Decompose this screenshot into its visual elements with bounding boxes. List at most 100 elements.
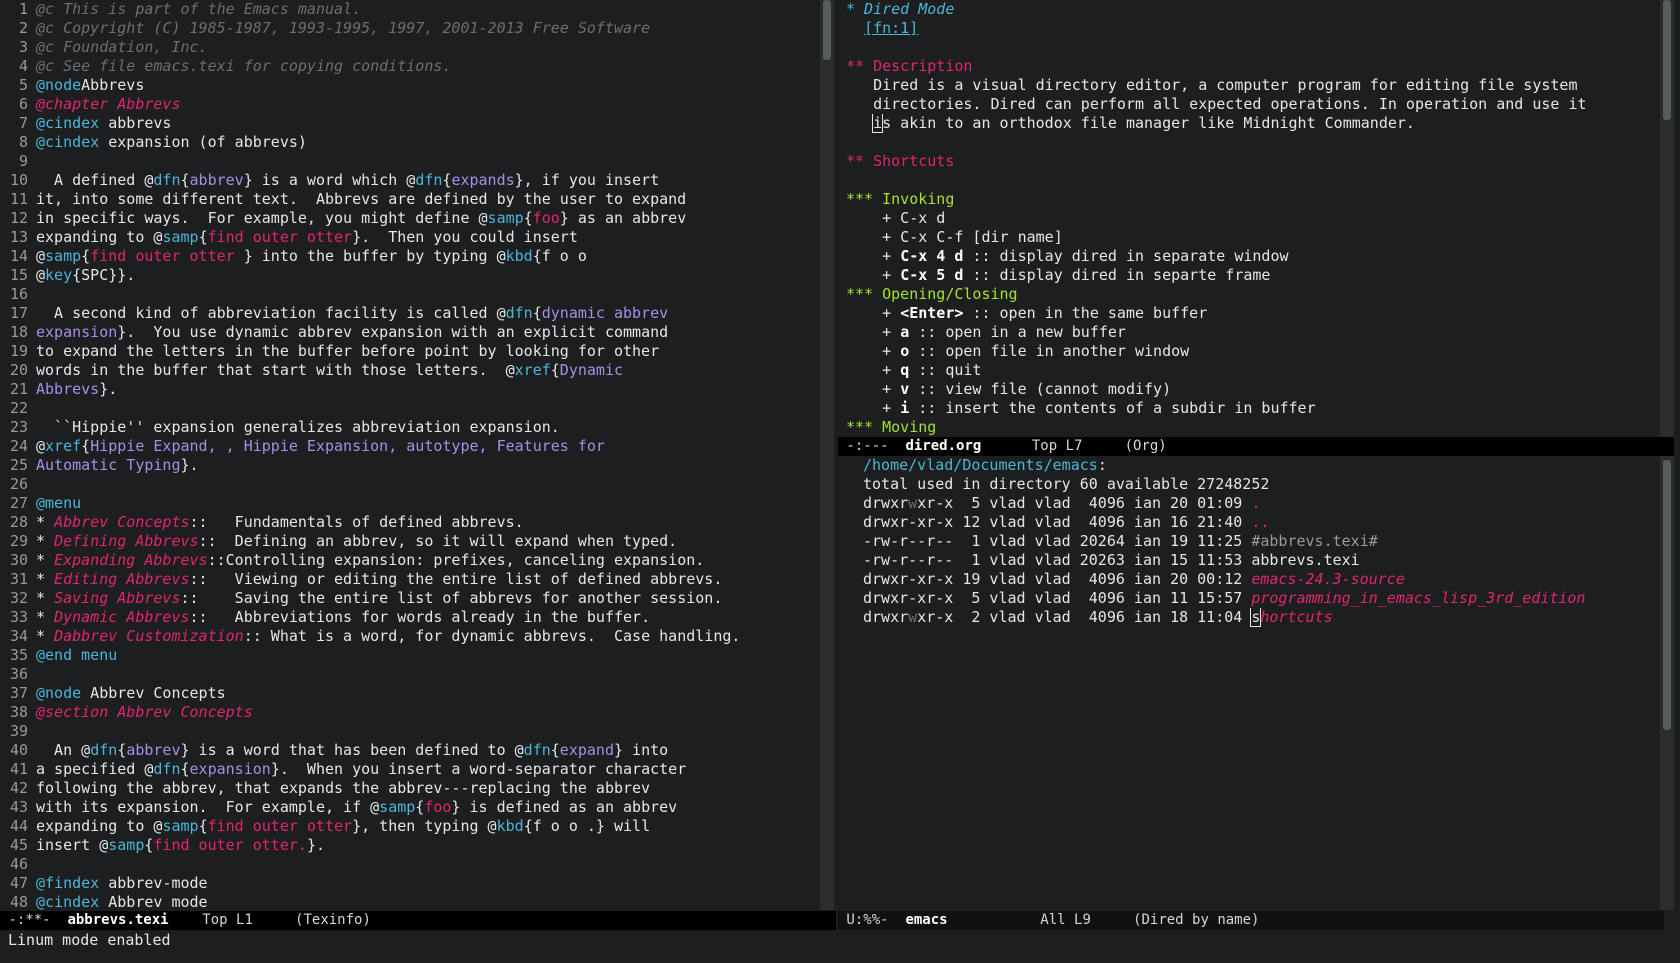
buffer-line[interactable]: 38 @section Abbrev Concepts [0,703,810,722]
buffer-line[interactable]: 34 * Dabbrev Customization:: What is a wo… [0,627,810,646]
buffer-line[interactable]: total used in directory 60 available 272… [838,475,1660,494]
buffer-line[interactable]: 7 @cindex abbrevs [0,114,810,133]
buffer-line[interactable]: 23 ``Hippie'' expansion generalizes abbr… [0,418,810,437]
buffer-line[interactable]: 45 insert @samp{find outer otter.}. [0,836,810,855]
texinfo-buffer-text[interactable]: 1 @c This is part of the Emacs manual. 2 @c… [0,0,810,910]
buffer-line[interactable]: 35 @end menu [0,646,810,665]
buffer-line[interactable]: 1 @c This is part of the Emacs manual. [0,0,810,19]
text-segment: [fn:1] [864,19,919,37]
buffer-line[interactable]: 39 [0,722,810,741]
texinfo-mode-line[interactable]: -:**- abbrevs.texi Top L1 (Texinfo) [0,911,836,930]
buffer-line[interactable]: 11 it, into some different text. Abbrevs … [0,190,810,209]
buffer-line[interactable]: *** Moving [838,418,1660,437]
left-scrollbar[interactable] [820,0,834,910]
buffer-line[interactable]: 17 A second kind of abbreviation facilit… [0,304,810,323]
buffer-line[interactable]: 27 @menu [0,494,810,513]
buffer-line[interactable]: 2 @c Copyright (C) 1985-1987, 1993-1995, … [0,19,810,38]
buffer-line[interactable]: 44 expanding to @samp{find outer otter}, … [0,817,810,836]
buffer-line[interactable]: 42 following the abbrev, that expands the… [0,779,810,798]
buffer-line[interactable]: 9 [0,152,810,171]
buffer-line[interactable]: drwxrwxr-x 2 vlad vlad 4096 ian 18 11:04… [838,608,1660,627]
buffer-line[interactable]: -rw-r--r-- 1 vlad vlad 20264 ian 19 11:2… [838,532,1660,551]
buffer-line[interactable]: drwxr-xr-x 12 vlad vlad 4096 ian 16 21:4… [838,513,1660,532]
buffer-line[interactable]: 29 * Defining Abbrevs:: Defining an abbre… [0,532,810,551]
buffer-line[interactable]: 43 with its expansion. For example, if @s… [0,798,810,817]
buffer-line[interactable]: 36 [0,665,810,684]
text-segment: :: display dired in separte frame [963,266,1271,284]
buffer-line[interactable]: /home/vlad/Documents/emacs: [838,456,1660,475]
buffer-line[interactable]: 47 @findex abbrev-mode [0,874,810,893]
buffer-line[interactable]: -rw-r--r-- 1 vlad vlad 20263 ian 15 11:5… [838,551,1660,570]
buffer-line[interactable]: 12 in specific ways. For example, you mig… [0,209,810,228]
buffer-line[interactable]: 24 @xref{Hippie Expand, , Hippie Expansio… [0,437,810,456]
buffer-line[interactable]: 31 * Editing Abbrevs:: Viewing or editing… [0,570,810,589]
mode-line-buffer-name[interactable]: abbrevs.texi [67,912,168,928]
buffer-line[interactable]: + q :: quit [838,361,1660,380]
buffer-line[interactable]: 30 * Expanding Abbrevs::Controlling expan… [0,551,810,570]
echo-area[interactable]: Linum mode enabled [0,930,1680,963]
buffer-line[interactable] [838,38,1660,57]
buffer-line[interactable]: 14 @samp{find outer otter } into the buff… [0,247,810,266]
buffer-line[interactable]: + v :: view file (cannot modify) [838,380,1660,399]
buffer-line[interactable]: 19 to expand the letters in the buffer be… [0,342,810,361]
buffer-line[interactable]: directories. Dired can perform all expec… [838,95,1660,114]
buffer-line[interactable]: 4 @c See file emacs.texi for copying cond… [0,57,810,76]
org-mode-line[interactable]: -:--- dired.org Top L7 (Org) [838,437,1674,456]
buffer-line[interactable]: Dired is a visual directory editor, a co… [838,76,1660,95]
left-window[interactable]: 1 @c This is part of the Emacs manual. 2 @c… [0,0,820,910]
buffer-line[interactable]: 3 @c Foundation, Inc. [0,38,810,57]
mode-line-major-mode[interactable]: (Org) [1082,438,1167,454]
buffer-line[interactable]: 40 An @dfn{abbrev} is a word that has be… [0,741,810,760]
mode-line-buffer-name[interactable]: dired.org [905,438,981,454]
buffer-line[interactable]: 15 @key{SPC}}. [0,266,810,285]
org-scrollbar-thumb[interactable] [1663,0,1671,120]
mode-line-buffer-name[interactable]: emacs [905,912,947,928]
buffer-line[interactable]: 16 [0,285,810,304]
buffer-line[interactable]: drwxrwxr-x 5 vlad vlad 4096 ian 20 01:09… [838,494,1660,513]
buffer-line[interactable]: + i :: insert the contents of a subdir i… [838,399,1660,418]
mode-line-major-mode[interactable]: (Dired by name) [1091,912,1259,928]
mode-line-major-mode[interactable]: (Texinfo) [253,912,371,928]
buffer-line[interactable]: + C-x C-f [dir name] [838,228,1660,247]
buffer-line[interactable]: is akin to an orthodox file manager like… [838,114,1660,133]
buffer-line[interactable]: 32 * Saving Abbrevs:: Saving the entire l… [0,589,810,608]
buffer-line[interactable]: 37 @node Abbrev Concepts [0,684,810,703]
buffer-line[interactable]: 33 * Dynamic Abbrevs:: Abbreviations for … [0,608,810,627]
buffer-line[interactable]: + <Enter> :: open in the same buffer [838,304,1660,323]
dired-buffer-text[interactable]: /home/vlad/Documents/emacs: total used in… [838,456,1660,910]
buffer-line[interactable] [838,171,1660,190]
buffer-line[interactable]: 25 Automatic Typing}. [0,456,810,475]
buffer-line[interactable]: + o :: open file in another window [838,342,1660,361]
buffer-line[interactable]: 21 Abbrevs}. [0,380,810,399]
buffer-line[interactable]: 22 [0,399,810,418]
buffer-line[interactable]: + C-x 4 d :: display dired in separate w… [838,247,1660,266]
dired-scrollbar-thumb[interactable] [1663,460,1671,730]
buffer-line[interactable]: 28 * Abbrev Concepts:: Fundamentals of de… [0,513,810,532]
buffer-line[interactable]: 41 a specified @dfn{expansion}. When you … [0,760,810,779]
buffer-line[interactable]: 26 [0,475,810,494]
buffer-line[interactable]: ** Description [838,57,1660,76]
buffer-line[interactable]: 20 words in the buffer that start with th… [0,361,810,380]
buffer-line[interactable] [838,133,1660,152]
buffer-line[interactable]: drwxr-xr-x 5 vlad vlad 4096 ian 11 15:57… [838,589,1660,608]
buffer-line[interactable]: 6 @chapter Abbrevs [0,95,810,114]
buffer-line[interactable]: 46 [0,855,810,874]
buffer-line[interactable]: *** Opening/Closing [838,285,1660,304]
buffer-line[interactable]: drwxr-xr-x 19 vlad vlad 4096 ian 20 00:1… [838,570,1660,589]
left-scrollbar-thumb[interactable] [823,0,831,60]
buffer-line[interactable]: 5 @nodeAbbrevs [0,76,810,95]
buffer-line[interactable]: 8 @cindex expansion (of abbrevs) [0,133,810,152]
buffer-line[interactable]: + C-x 5 d :: display dired in separte fr… [838,266,1660,285]
buffer-line[interactable]: 48 @cindex Abbrev mode [0,893,810,910]
buffer-line[interactable]: ** Shortcuts [838,152,1660,171]
org-buffer-text[interactable]: * Dired Mode [fn:1] ** Description Dired … [838,0,1660,437]
dired-mode-line[interactable]: U:%%- emacs All L9 (Dired by name) [838,911,1664,930]
buffer-line[interactable]: * Dired Mode [838,0,1660,19]
buffer-line[interactable]: + a :: open in a new buffer [838,323,1660,342]
buffer-line[interactable]: 10 A defined @dfn{abbrev} is a word whic… [0,171,810,190]
buffer-line[interactable]: + C-x d [838,209,1660,228]
buffer-line[interactable]: [fn:1] [838,19,1660,38]
buffer-line[interactable]: 18 expansion}. You use dynamic abbrev exp… [0,323,810,342]
buffer-line[interactable]: 13 expanding to @samp{find outer otter}. … [0,228,810,247]
buffer-line[interactable]: *** Invoking [838,190,1660,209]
